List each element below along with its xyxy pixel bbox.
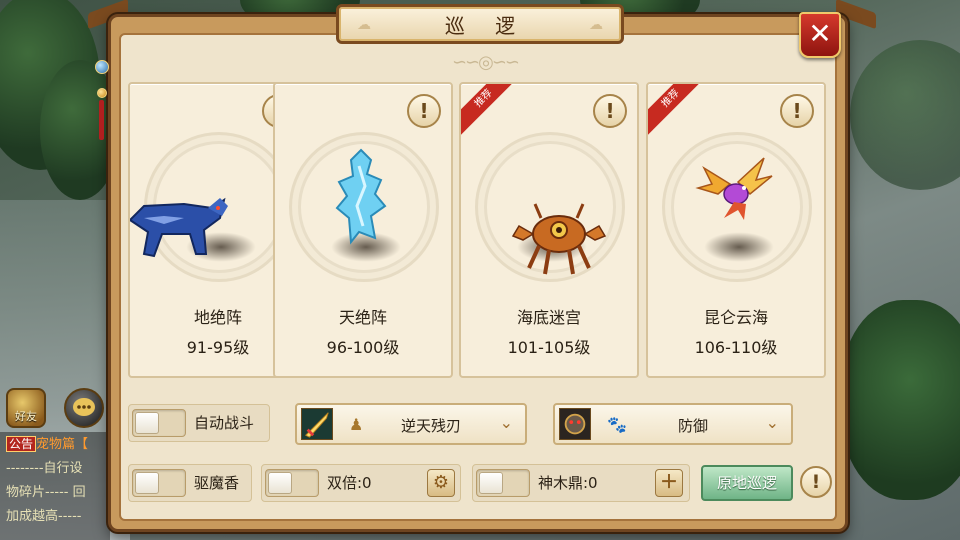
scroll-ornament-icon: ∽∽◎∽∽ [451, 52, 520, 73]
pet-stance-select[interactable]: 🐾 防御 ⌄ [553, 403, 793, 445]
dungeon-name: 海底迷宫 [516, 308, 581, 327]
dialog-title-plate: ☁ 巡 逻 ☁ [336, 4, 624, 44]
tree-canopy [850, 40, 960, 190]
pet-portrait-icon [559, 408, 591, 440]
double-exp-toggle[interactable] [265, 469, 319, 497]
person-icon: ♟ [349, 415, 364, 434]
toggle-knob [135, 412, 159, 434]
phoenix-icon [695, 157, 773, 220]
close-icon: ✕ [808, 17, 832, 50]
exorcise-label: 驱魔香 [194, 474, 240, 492]
dungeon-level-range: 106-110级 [694, 338, 778, 357]
patrol-in-place-button[interactable]: 原地巡逻 [701, 465, 793, 501]
chat-line: --------自行设 [6, 461, 83, 476]
weapon-select-value: 逆天残刃 [400, 417, 461, 435]
plus-icon: ＋ [660, 472, 678, 493]
chat-bubble-icon [73, 398, 95, 416]
weapon-select[interactable]: ♟ 逆天残刃 ⌄ [295, 403, 527, 445]
sword-icon [301, 408, 333, 440]
chat-bubble-button[interactable] [64, 388, 104, 428]
gear-icon: ⚙ [432, 472, 450, 493]
exclamation-icon: ! [419, 99, 429, 123]
double-exp-label: 双倍:0 [327, 474, 372, 492]
announcement-tag: 公告 [6, 436, 37, 452]
pine-tree [840, 300, 960, 500]
toggle-knob [479, 472, 503, 494]
toggle-knob [135, 472, 159, 494]
crab-icon [511, 203, 607, 275]
blue-wolf-icon [130, 197, 228, 258]
dungeon-card[interactable]: 推荐 ! 海底迷宫 101-105级 [459, 82, 639, 378]
recommended-badge: 推荐 [648, 84, 710, 138]
chevron-down-icon: ⌄ [765, 413, 779, 432]
chat-line: 物碎片----- 回 [6, 485, 86, 500]
hanging-ornament [92, 40, 112, 140]
exclamation-icon: ! [605, 99, 615, 123]
dungeon-card[interactable]: ! 天绝阵 96-100级 [273, 82, 453, 378]
jade-bead-icon [95, 60, 109, 74]
add-tripod-button[interactable]: ＋ [655, 469, 683, 497]
cloud-ornament-icon: ☁ [589, 17, 603, 33]
chat-line: 公告 宠物篇【 [6, 432, 110, 457]
exclamation-icon: ! [792, 99, 802, 123]
chat-log[interactable]: 公告 宠物篇【 --------自行设 物碎片----- 回 加成越高----- [0, 432, 110, 540]
exorcise-toggle[interactable] [132, 469, 186, 497]
tripod-label: 神木鼎:0 [538, 474, 598, 492]
chat-text: 宠物篇【 [36, 437, 89, 452]
dungeon-name: 昆仑云海 [703, 308, 768, 327]
dungeon-level-range: 96-100级 [326, 338, 400, 357]
ice-spirit-icon [335, 148, 387, 245]
dungeon-level-range: 101-105级 [507, 338, 591, 357]
recommended-badge: 推荐 [461, 84, 523, 138]
red-tassel-icon [99, 100, 104, 140]
gold-bead-icon [97, 88, 107, 98]
toggle-knob [268, 472, 292, 494]
double-exp-settings-button[interactable]: ⚙ [427, 469, 455, 497]
pet-stance-value: 防御 [677, 417, 708, 435]
chevron-down-icon: ⌄ [499, 413, 513, 432]
cloud-ornament-icon: ☁ [357, 17, 371, 33]
info-button[interactable]: ! [593, 94, 627, 128]
tripod-toggle[interactable] [476, 469, 530, 497]
friends-button[interactable]: 好友 [6, 388, 46, 428]
info-button[interactable]: ! [780, 94, 814, 128]
dungeon-name: 天绝阵 [338, 308, 387, 327]
auto-battle-toggle[interactable] [132, 409, 186, 437]
exclamation-icon: ! [811, 471, 821, 493]
creature-shadow [704, 232, 774, 262]
auto-battle-label: 自动战斗 [194, 414, 255, 432]
info-button[interactable]: ! [407, 94, 441, 128]
chat-line: 加成越高----- [6, 509, 82, 524]
paw-icon: 🐾 [607, 415, 627, 434]
friends-button-label: 好友 [15, 410, 37, 423]
dialog-title: 巡 逻 [444, 13, 528, 38]
patrol-info-button[interactable]: ! [800, 466, 832, 498]
close-button[interactable]: ✕ [799, 12, 841, 58]
dungeon-card[interactable]: 推荐 ! 昆仑云海 106-110级 [646, 82, 826, 378]
